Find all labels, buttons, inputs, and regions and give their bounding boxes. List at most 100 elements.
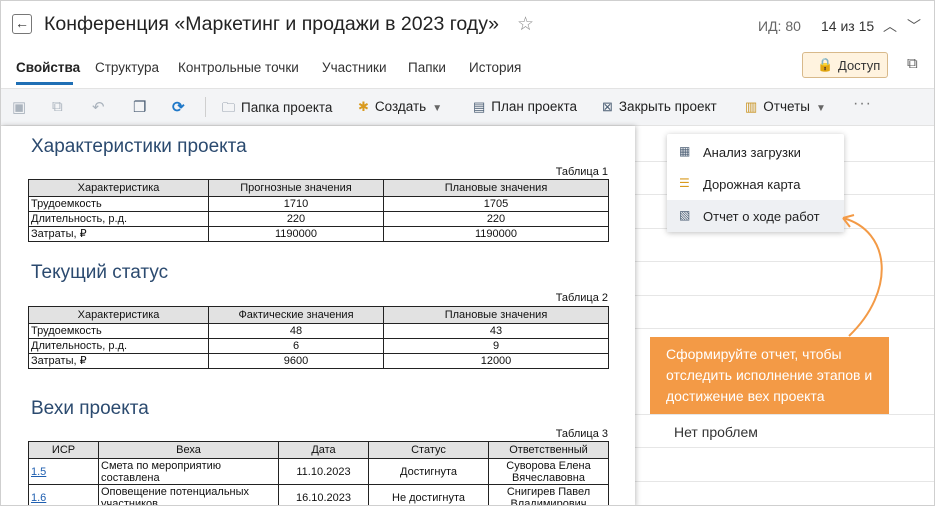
table-cell: 220 [383,211,609,227]
table-cell: 1710 [208,196,384,212]
star-icon[interactable]: ☆ [517,13,534,36]
section-heading: Характеристики проекта [31,136,247,157]
record-counter: 14 из 15 [821,18,875,34]
chevron-down-icon: ▼ [432,103,443,114]
characteristics-table: Характеристика Прогнозные значения Плано… [28,179,609,242]
chevron-down-icon: ▼ [815,103,826,114]
column-header: Характеристика [28,179,209,197]
table-cell: 220 [208,211,384,227]
menu-item-progress-report[interactable]: ▧ Отчет о ходе работ [667,200,844,232]
back-arrow-icon[interactable]: ← [12,14,32,34]
row-divider [635,414,934,415]
table-cell: 11.10.2023 [278,458,369,485]
create-button[interactable]: ✱ Создать ▼ [358,99,442,115]
table-cell: Затраты, ₽ [28,226,209,242]
tab-history[interactable]: История [469,60,521,75]
table-cell: Трудоемкость [28,323,209,339]
create-icon: ✱ [358,99,369,114]
refresh-icon[interactable]: ⟳ [172,98,185,116]
table-icon: ▦ [679,144,691,158]
table-cell: 9600 [208,353,384,369]
chevron-up-icon[interactable]: ︿ [883,16,897,36]
table-cell: Затраты, ₽ [28,353,209,369]
table-cell: 48 [208,323,384,339]
column-header: Ответственный [488,441,609,459]
column-header: Прогнозные значения [208,179,384,197]
access-button[interactable]: 🔒 Доступ [802,52,888,78]
chevron-down-icon[interactable]: ﹀ [907,16,921,36]
table-row: Затраты, ₽ 9600 12000 [28,353,609,369]
create-label: Создать [374,99,427,114]
wbs-link[interactable]: 1.6 [31,492,46,504]
table-cell: Не достигнута [368,484,489,505]
table-cell: 1.5 [28,458,99,485]
table-caption: Таблица 1 [555,166,608,178]
report-document: Характеристики проекта Таблица 1 Характе… [1,126,635,505]
table-cell: Длительность, р.д. [28,211,209,227]
column-header: Плановые значения [383,179,609,197]
column-header: Фактические значения [208,306,384,324]
hint-callout: Сформируйте отчет, чтобы отследить испол… [650,337,889,414]
progress-report-icon: ▧ [679,208,691,222]
status-table: Характеристика Фактические значения План… [28,306,609,369]
table-cell: 1705 [383,196,609,212]
toolbar-divider [205,97,206,117]
menu-item-roadmap[interactable]: ☰ Дорожная карта [667,168,844,200]
table-row: Затраты, ₽ 1190000 1190000 [28,226,609,242]
table-cell: 12000 [383,353,609,369]
column-header: ИСР [28,441,99,459]
undo-icon[interactable]: ↶ [92,98,105,116]
more-icon[interactable]: ··· [853,95,872,113]
save-icon[interactable]: ▣ [12,98,26,116]
project-folder-button[interactable]: 🗀 Папка проекта [222,99,332,121]
table-row: Трудоемкость 48 43 [28,323,609,339]
app-window: ← Конференция «Маркетинг и продажи в 202… [0,0,935,506]
problems-value: Нет проблем [674,424,758,440]
table-row: 1.5 Смета по мероприятию составлена 11.1… [28,458,609,485]
copy-icon[interactable]: ❐ [133,98,146,116]
project-plan-label: План проекта [491,99,578,114]
reports-label: Отчеты [763,99,810,114]
table-cell: Смета по мероприятию составлена [98,458,279,485]
lock-icon: 🔒 [817,57,834,72]
save-as-icon[interactable]: ⧉ [52,98,63,115]
project-plan-button[interactable]: ▤ План проекта [473,99,577,115]
menu-item-load-analysis[interactable]: ▦ Анализ загрузки [667,136,844,168]
reports-dropdown-menu: ▦ Анализ загрузки ☰ Дорожная карта ▧ Отч… [667,134,844,232]
project-folder-label: Папка проекта [241,100,333,115]
wbs-link[interactable]: 1.5 [31,466,46,478]
table-row: Длительность, р.д. 220 220 [28,211,609,227]
table-cell: Длительность, р.д. [28,338,209,354]
table-cell: 1.6 [28,484,99,505]
toolbar: ▣ ⧉ ↶ ❐ ⟳ 🗀 Папка проекта ✱ Создать ▼ ▤ План… [1,88,934,126]
close-project-label: Закрыть проект [618,99,717,114]
tab-checkpoints[interactable]: Контрольные точки [178,60,299,75]
table-cell: 6 [208,338,384,354]
column-header: Веха [98,441,279,459]
section-heading: Вехи проекта [31,398,149,419]
tab-folders[interactable]: Папки [408,60,446,75]
row-divider [635,447,934,448]
tab-participants[interactable]: Участники [322,60,387,75]
folder-icon: 🗀 [222,100,236,115]
plan-icon: ▤ [473,99,486,114]
record-id: ИД: 80 [758,18,801,34]
callout-arrow [842,214,883,337]
menu-item-label: Дорожная карта [703,177,801,192]
table-cell: 43 [383,323,609,339]
row-divider [635,481,934,482]
table-cell: 16.10.2023 [278,484,369,505]
table-cell: Оповещение потенциальных участников [98,484,279,505]
close-project-button[interactable]: ⊠ Закрыть проект [602,99,717,115]
column-header: Дата [278,441,369,459]
table-cell: 1190000 [383,226,609,242]
menu-item-label: Анализ загрузки [703,145,801,160]
table-row: 1.6 Оповещение потенциальных участников … [28,484,609,505]
column-header: Характеристика [28,306,209,324]
tab-properties[interactable]: Свойства [16,60,80,75]
tab-structure[interactable]: Структура [95,60,159,75]
reports-button[interactable]: ▥ Отчеты ▼ [745,99,826,115]
milestones-table: ИСР Веха Дата Статус Ответственный 1.5 С… [28,441,609,505]
table-row: Длительность, р.д. 6 9 [28,338,609,354]
open-external-icon[interactable]: ⧉ [907,55,918,72]
